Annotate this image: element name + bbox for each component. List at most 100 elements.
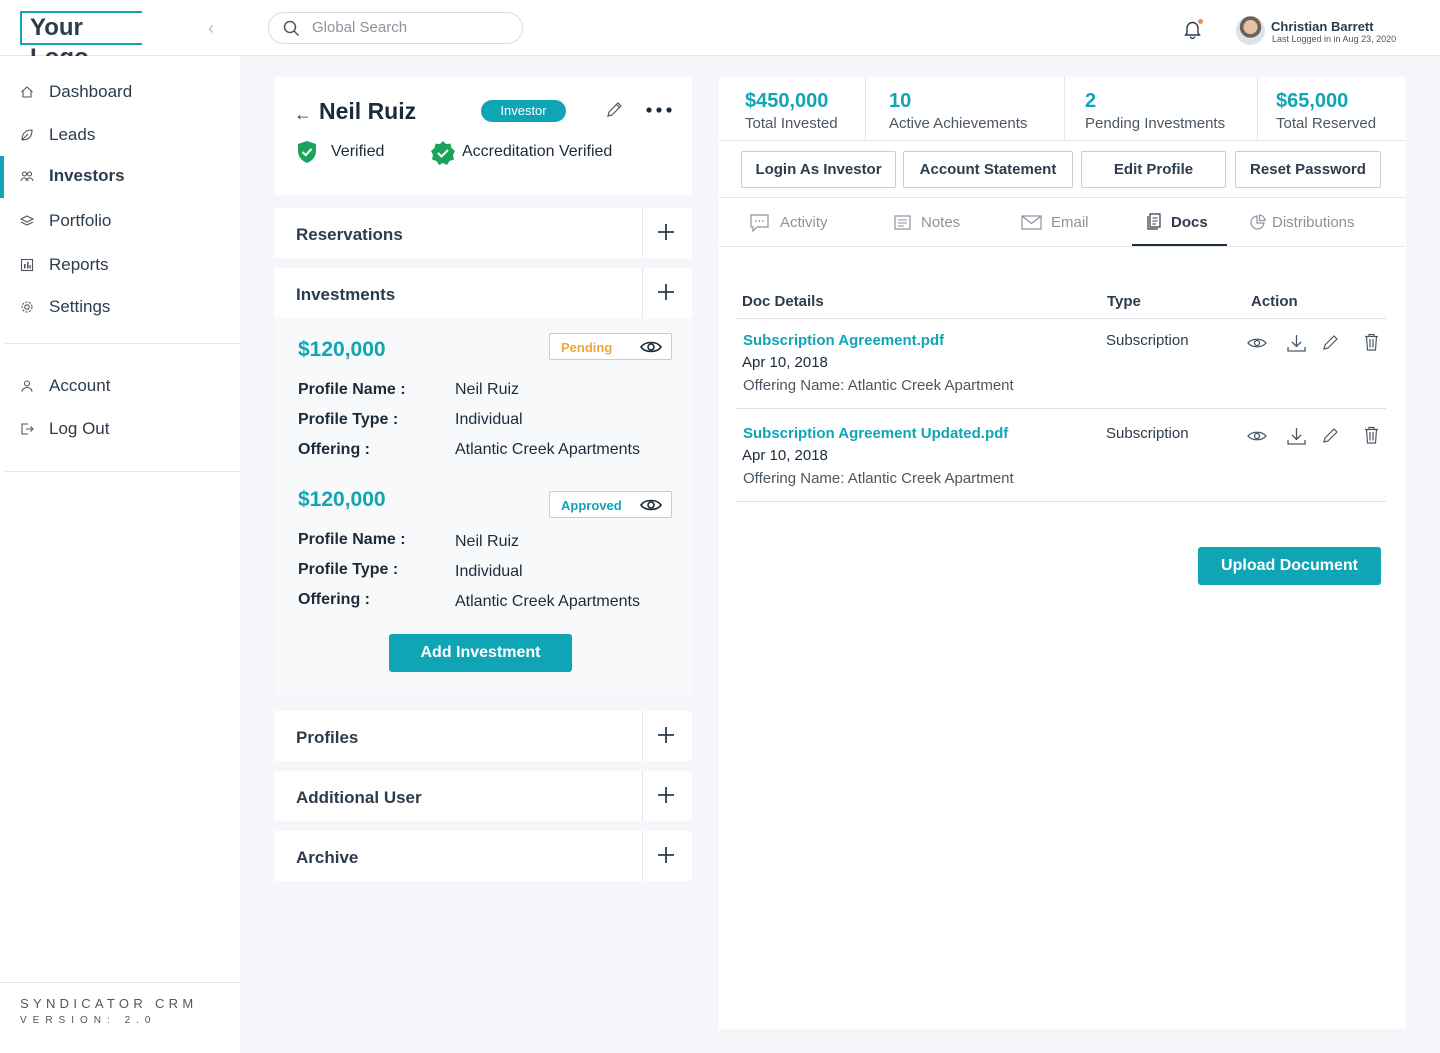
add-investment-button[interactable]: Add Investment: [389, 634, 572, 672]
offering-value: Atlantic Creek Apartments: [455, 593, 640, 610]
sidebar-item-investors[interactable]: Investors: [0, 156, 240, 198]
sidebar-item-logout[interactable]: Log Out: [0, 409, 240, 449]
verified-status: Verified: [296, 140, 384, 169]
tab-docs[interactable]: Docs: [1132, 199, 1227, 247]
more-options-icon[interactable]: [646, 107, 672, 113]
badge-check-icon: [431, 141, 455, 165]
sidebar-divider: [5, 471, 240, 472]
logo[interactable]: Your Logo: [20, 11, 142, 71]
status-badge[interactable]: Pending: [549, 333, 672, 360]
tab-distributions[interactable]: Distributions: [1250, 199, 1375, 247]
investments-section[interactable]: Investments: [274, 268, 692, 318]
account-statement-button[interactable]: Account Statement: [903, 151, 1073, 188]
eye-icon[interactable]: [640, 498, 662, 512]
stat-value: 2: [1085, 90, 1097, 112]
reset-password-button[interactable]: Reset Password: [1235, 151, 1381, 188]
trash-icon[interactable]: [1364, 426, 1379, 444]
sidebar-item-label: Account: [49, 376, 111, 395]
upload-document-button[interactable]: Upload Document: [1198, 547, 1381, 585]
back-arrow-icon[interactable]: ←: [294, 104, 312, 125]
sidebar-item-label: Reports: [49, 255, 109, 274]
sidebar-item-label: Log Out: [49, 419, 110, 438]
profiles-section[interactable]: Profiles: [274, 711, 692, 761]
profile-name-label: Profile Name :: [298, 531, 406, 548]
sidebar-item-label: Settings: [49, 297, 111, 316]
search-icon: [283, 20, 300, 37]
trash-icon[interactable]: [1364, 333, 1379, 351]
eye-icon[interactable]: [640, 340, 662, 354]
plus-icon[interactable]: [657, 786, 675, 804]
investor-badge: Investor: [481, 100, 566, 122]
profile-card: ← Neil Ruiz Investor Verified Accreditat…: [274, 77, 692, 195]
sidebar-item-label: Investors: [49, 166, 125, 185]
login-as-investor-button[interactable]: Login As Investor: [741, 151, 896, 188]
sidebar-item-label: Portfolio: [49, 211, 112, 230]
doc-date: Apr 10, 2018: [742, 447, 828, 464]
top-bar: Your Logo ‹ Christian Barrett Last Logge…: [0, 0, 1440, 71]
sidebar-divider: [5, 343, 240, 344]
gear-icon: [21, 301, 33, 313]
plus-icon[interactable]: [657, 726, 675, 744]
sidebar-item-account[interactable]: Account: [0, 366, 240, 406]
notifications-button[interactable]: [1184, 18, 1204, 44]
chat-icon: [750, 214, 769, 232]
notification-dot: [1197, 18, 1204, 25]
collapse-sidebar-icon[interactable]: ‹: [208, 18, 214, 39]
additional-user-section[interactable]: Additional User: [274, 771, 692, 821]
investment-amount: $120,000: [298, 488, 386, 511]
doc-link[interactable]: Subscription Agreement Updated.pdf: [743, 425, 1008, 442]
offering-value: Atlantic Creek Apartments: [455, 441, 640, 458]
investments-list: $120,000 Pending Profile Name : Neil Rui…: [274, 318, 692, 696]
plus-icon[interactable]: [657, 283, 675, 301]
reservations-section[interactable]: Reservations: [274, 208, 692, 258]
tab-label: Distributions: [1272, 214, 1355, 231]
avatar[interactable]: [1236, 16, 1265, 45]
sidebar-item-portfolio[interactable]: Portfolio: [0, 201, 240, 241]
download-icon[interactable]: [1287, 334, 1306, 352]
profile-name-value: Neil Ruiz: [455, 381, 520, 398]
view-eye-icon[interactable]: [1247, 430, 1267, 442]
status-label: Pending: [561, 340, 613, 355]
user-name[interactable]: Christian Barrett: [1271, 19, 1374, 34]
edit-pencil-icon[interactable]: [1322, 427, 1339, 444]
tab-notes[interactable]: Notes: [894, 199, 974, 247]
global-search[interactable]: [268, 12, 523, 44]
pie-icon: [1250, 214, 1266, 230]
sidebar-item-reports[interactable]: Reports: [0, 245, 240, 285]
view-eye-icon[interactable]: [1247, 337, 1267, 349]
edit-pencil-icon[interactable]: [1322, 334, 1339, 351]
tab-email[interactable]: Email: [1021, 199, 1101, 247]
profile-type-label: Profile Type :: [298, 561, 399, 578]
users-icon: [20, 171, 34, 182]
stat-value: $450,000: [745, 90, 829, 112]
mail-icon: [1021, 215, 1042, 230]
section-title: Additional User: [296, 788, 422, 807]
search-input[interactable]: [312, 19, 512, 36]
doc-date: Apr 10, 2018: [742, 354, 828, 371]
layers-icon: [20, 215, 34, 226]
tab-label: Docs: [1171, 214, 1208, 231]
stat-total-reserved: $65,000 Total Reserved: [1258, 77, 1406, 140]
tab-label: Activity: [780, 214, 828, 231]
tab-activity[interactable]: Activity: [750, 199, 850, 247]
sidebar-item-settings[interactable]: Settings: [0, 287, 240, 327]
plus-icon[interactable]: [657, 223, 675, 241]
status-badge[interactable]: Approved: [549, 491, 672, 518]
archive-section[interactable]: Archive: [274, 831, 692, 881]
stat-label: Active Achievements: [889, 115, 1028, 132]
sidebar-item-dashboard[interactable]: Dashboard: [0, 72, 240, 112]
column-header-doc-details: Doc Details: [742, 293, 824, 310]
download-icon[interactable]: [1287, 427, 1306, 445]
stat-active-achievements: 10 Active Achievements: [866, 77, 1064, 140]
doc-link[interactable]: Subscription Agreement.pdf: [743, 332, 944, 349]
offering-label: Offering :: [298, 591, 370, 608]
edit-pencil-icon[interactable]: [606, 101, 623, 118]
investment-amount: $120,000: [298, 338, 386, 361]
leaf-icon: [21, 129, 33, 141]
stat-pending-investments: 2 Pending Investments: [1065, 77, 1257, 140]
sidebar-item-leads[interactable]: Leads: [0, 115, 240, 155]
profile-type-value: Individual: [455, 563, 523, 580]
plus-icon[interactable]: [657, 846, 675, 864]
edit-profile-button[interactable]: Edit Profile: [1081, 151, 1226, 188]
tab-label: Email: [1051, 214, 1089, 231]
